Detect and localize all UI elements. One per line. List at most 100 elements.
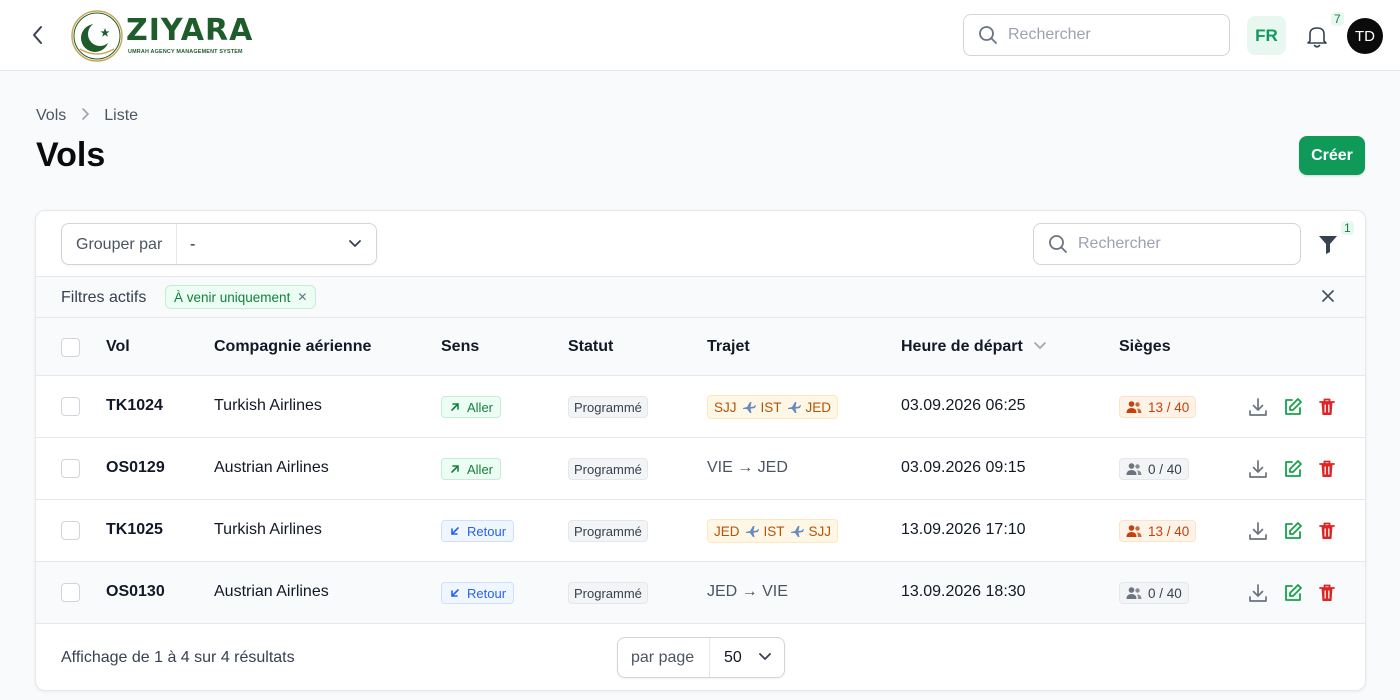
download-icon[interactable] [1247,520,1269,542]
airline-name: Turkish Airlines [214,397,322,414]
column-header-seats[interactable]: Sièges [1119,338,1171,356]
column-header-company[interactable]: Compagnie aérienne [214,338,371,356]
remove-filter-icon[interactable]: ✕ [297,290,307,304]
table-search-input[interactable] [1078,233,1288,255]
chevron-down-icon [759,653,771,660]
flight-number[interactable]: OS0129 [106,459,165,477]
direction-badge: Aller [441,396,502,418]
logo-emblem-icon [71,10,123,62]
download-icon[interactable] [1247,396,1269,418]
group-by-label: Grouper par [76,236,163,253]
seats-badge: 13 / 40 [1119,520,1197,542]
flight-number[interactable]: TK1024 [106,397,163,415]
filter-chip: À venir uniquement ✕ [165,285,317,309]
select-all-checkbox[interactable] [61,338,80,357]
plane-icon [790,526,804,537]
filter-chip-label: À venir uniquement [174,289,291,305]
plane-icon [742,402,756,413]
table-row[interactable]: TK1024 Turkish Airlines Aller Programmé SJJ I… [36,376,1365,438]
route-text: JED → VIE [707,583,788,600]
download-icon[interactable] [1247,458,1269,480]
active-filters-bar: Filtres actifs À venir uniquement ✕ [36,276,1365,318]
seats-badge: 13 / 40 [1119,396,1197,418]
column-header-depart[interactable]: Heure de départ [901,338,1047,356]
route-stop: JED [714,523,740,539]
user-avatar[interactable]: TD [1347,18,1383,54]
column-header-statut[interactable]: Statut [568,338,613,356]
column-header-trajet[interactable]: Trajet [707,338,750,356]
per-page-label: par page [631,649,695,666]
plane-icon [787,402,801,413]
pagination-summary: Affichage de 1 à 4 sur 4 résultats [61,649,295,666]
airline-name: Austrian Airlines [214,583,329,600]
edit-icon[interactable] [1282,458,1304,480]
route-stop: IST [760,399,782,415]
airline-name: Turkish Airlines [214,521,322,538]
clear-filters-icon[interactable] [1320,288,1336,304]
seats-count: 13 / 40 [1148,399,1190,415]
departure-time: 13.09.2026 18:30 [901,583,1026,600]
arrow-up-right-icon [451,403,459,411]
logo-title: ZIYARA [126,13,254,48]
active-filters-label: Filtres actifs [61,289,147,306]
funnel-icon[interactable] [1317,232,1339,256]
seats-count: 0 / 40 [1148,585,1182,601]
row-checkbox[interactable] [61,397,80,416]
flight-number[interactable]: OS0130 [106,583,165,601]
table-search[interactable] [1033,223,1301,265]
route-stop: JED [805,399,832,415]
global-search-input[interactable] [1008,24,1218,46]
create-button[interactable]: Créer [1299,136,1365,175]
trash-icon[interactable] [1316,520,1338,542]
search-icon [979,26,997,44]
direction-label: Retour [467,585,507,601]
column-header-vol[interactable]: Vol [106,338,130,356]
filter-count-badge: 1 [1341,221,1354,235]
trash-icon[interactable] [1316,582,1338,604]
edit-icon[interactable] [1282,582,1304,604]
top-bar: ZIYARA UMRAH AGENCY MANAGEMENT SYSTEM FR… [0,0,1400,71]
row-checkbox[interactable] [61,459,80,478]
users-icon [1126,463,1142,475]
status-badge: Programmé [568,520,648,542]
row-checkbox[interactable] [61,521,80,540]
bell-icon[interactable] [1303,22,1331,50]
status-badge: Programmé [568,458,648,480]
route-text: VIE → JED [707,459,788,476]
back-icon[interactable] [26,22,50,48]
per-page-value: 50 [724,649,742,666]
route-stop: IST [763,523,785,539]
airline-name: Austrian Airlines [214,459,329,476]
column-header-sens[interactable]: Sens [441,338,479,356]
language-switcher[interactable]: FR [1247,16,1286,55]
per-page-select[interactable]: par page 50 [617,637,785,678]
group-by-value: - [190,236,196,253]
logo-subtitle: UMRAH AGENCY MANAGEMENT SYSTEM [128,49,243,55]
departure-time: 03.09.2026 06:25 [901,397,1026,414]
group-by-select[interactable]: Grouper par - [61,223,377,265]
route-chip: SJJ IST JED [707,395,839,419]
flight-number[interactable]: TK1025 [106,521,163,539]
seats-badge: 0 / 40 [1119,582,1189,604]
global-search[interactable] [963,14,1230,56]
edit-icon[interactable] [1282,396,1304,418]
row-checkbox[interactable] [61,583,80,602]
edit-icon[interactable] [1282,520,1304,542]
trash-icon[interactable] [1316,396,1338,418]
seats-count: 0 / 40 [1148,461,1182,477]
logo: ZIYARA UMRAH AGENCY MANAGEMENT SYSTEM [70,9,255,63]
seats-count: 13 / 40 [1148,523,1190,539]
breadcrumb-current: Liste [104,107,139,124]
table-row[interactable]: OS0130 Austrian Airlines Retour Programmé JE… [36,562,1365,624]
direction-label: Retour [467,523,507,539]
sort-desc-icon [1034,342,1047,350]
download-icon[interactable] [1247,582,1269,604]
breadcrumb: Vols Liste [36,107,138,125]
table-header: Vol Compagnie aérienne Sens Statut Traje… [36,318,1365,376]
direction-badge: Aller [441,458,502,480]
route-stop: SJJ [808,523,832,539]
trash-icon[interactable] [1316,458,1338,480]
breadcrumb-parent[interactable]: Vols [36,107,66,125]
table-row[interactable]: OS0129 Austrian Airlines Aller Programmé VIE… [36,438,1365,500]
table-row[interactable]: TK1025 Turkish Airlines Retour Programmé JED… [36,500,1365,562]
